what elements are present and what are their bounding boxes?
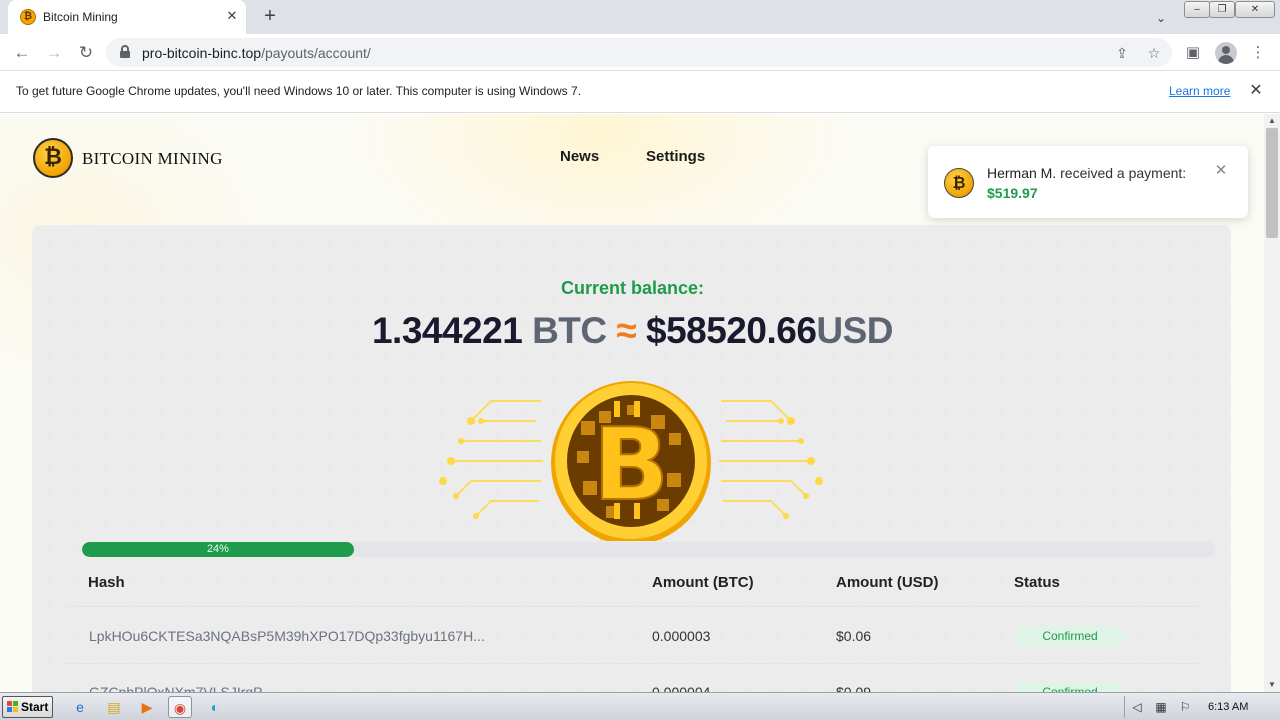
tray-divider [1124,696,1125,718]
restore-window-icon[interactable]: ❐ [1209,1,1235,18]
tab-bitcoin-mining[interactable]: ₿ Bitcoin Mining ✕ [8,0,246,34]
back-icon[interactable]: ← [10,41,34,65]
approx-sign: ≈ [616,310,637,351]
scroll-down-arrow-icon[interactable]: ▼ [1264,678,1280,692]
lock-icon[interactable] [120,45,130,58]
table-row-divider [65,663,1200,664]
notification-close-icon[interactable]: ✕ [1212,162,1230,180]
col-header-amount-btc: Amount (BTC) [652,574,754,591]
nav-news[interactable]: News [560,148,599,165]
usd-value: $58520.66 [646,310,817,351]
row-amount-btc: 0.000004 [652,684,711,692]
bookmark-star-icon[interactable]: ☆ [1144,43,1164,63]
close-window-icon[interactable]: ✕ [1235,1,1275,18]
network-icon[interactable]: ▦ [1153,699,1169,715]
table-header-divider [65,606,1200,607]
windows-taskbar: Start e ▤ ▶ ◉ ◐ ◁ ▦ ⚐ 6:13 AM [0,692,1280,720]
chevron-down-icon[interactable]: ⌄ [1151,8,1171,28]
scroll-thumb[interactable] [1266,128,1278,238]
edge-icon[interactable]: ◐ [203,696,227,718]
row-amount-usd: $0.06 [836,628,872,644]
progress-label: 24% [206,543,229,555]
action-center-flag-icon[interactable]: ⚐ [1177,699,1193,715]
btc-unit: BTC [532,310,607,351]
notification-amount: $519.97 [987,185,1038,201]
usd-unit: USD [816,310,894,351]
infobar-close-icon[interactable]: ✕ [1246,81,1266,101]
reload-icon[interactable]: ↻ [74,41,98,65]
svg-text:B: B [593,406,669,523]
tab-title: Bitcoin Mining [43,10,118,24]
notification-text: Herman M. received a payment: [987,165,1187,181]
site-logo-text[interactable]: BITCOIN MINING [82,149,223,169]
balance-card: Current balance: 1.344221 BTC ≈ $58520.6… [32,225,1232,692]
windows-logo-icon [7,701,19,713]
payment-notification: ₿ Herman M. received a payment: $519.97 … [928,146,1248,218]
browser-toolbar: ← → ↻ pro-bitcoin-binc.top/payouts/accou… [0,34,1280,71]
forward-icon[interactable]: → [42,41,66,65]
media-player-icon[interactable]: ▶ [135,696,159,718]
scroll-up-arrow-icon[interactable]: ▲ [1264,114,1280,128]
row-hash: LpkHOu6CKTESa3NQABsP5M39hXPO17DQp33fgbyu… [89,628,485,644]
btc-value: 1.344221 [371,310,523,351]
bitcoin-icon: ₿ [944,168,974,198]
status-badge: Confirmed [1015,682,1125,692]
new-tab-icon[interactable]: + [258,4,282,28]
progress-fill: 24% [82,542,354,557]
internet-explorer-icon[interactable]: e [68,696,92,718]
row-amount-usd: $0.09 [836,684,872,692]
balance-label: Current balance: [560,278,705,298]
col-header-amount-usd: Amount (USD) [836,574,939,591]
col-header-status: Status [1014,574,1060,591]
update-infobar: To get future Google Chrome updates, you… [0,71,1280,113]
share-icon[interactable]: ⇪ [1112,43,1132,63]
menu-kebab-icon[interactable]: ⋮ [1246,41,1270,65]
bitcoin-icon: ₿ [20,9,36,25]
bitcoin-logo-icon[interactable]: ₿ [33,138,73,178]
start-label: Start [21,700,49,714]
balance-amount: 1.344221 BTC ≈ $58520.66USD [33,310,1232,352]
learn-more-link[interactable]: Learn more [1169,84,1230,98]
nav-settings[interactable]: Settings [646,148,705,165]
mining-progress-bar: 24% [82,542,1215,557]
status-badge: Confirmed [1015,626,1125,647]
bitcoin-coin-illustration: B [439,381,823,541]
taskbar-clock[interactable]: 6:13 AM [1208,701,1248,713]
tab-strip: ₿ Bitcoin Mining ✕ + ⌄ – ❐ ✕ [0,0,1280,34]
start-button[interactable]: Start [2,696,53,718]
page-scrollbar[interactable]: ▲ ▼ [1264,114,1280,692]
minimize-window-icon[interactable]: – [1184,1,1210,18]
address-bar[interactable]: pro-bitcoin-binc.top/payouts/account/ ⇪ … [106,38,1172,67]
col-header-hash: Hash [88,574,125,591]
profile-avatar-icon[interactable] [1215,42,1237,64]
row-hash: GZCphPlOxNXm7VLSJIrgP... [89,684,273,692]
row-amount-btc: 0.000003 [652,628,711,644]
side-panel-icon[interactable]: ▣ [1181,41,1205,65]
file-explorer-icon[interactable]: ▤ [102,696,126,718]
infobar-message: To get future Google Chrome updates, you… [16,84,582,98]
tab-close-icon[interactable]: ✕ [224,8,240,24]
chrome-icon[interactable]: ◉ [168,696,192,718]
page-viewport: ₿ BITCOIN MINING News Settings Current b… [0,114,1264,692]
url-text[interactable]: pro-bitcoin-binc.top/payouts/account/ [142,45,371,61]
volume-icon[interactable]: ◁ [1129,699,1145,715]
